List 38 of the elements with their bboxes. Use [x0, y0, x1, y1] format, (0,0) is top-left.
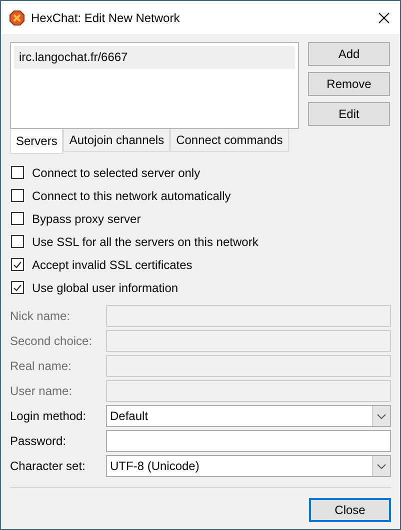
- window-title: HexChat: Edit New Network: [31, 10, 181, 24]
- checkbox-label: Use SSL for all the servers on this network: [32, 234, 258, 248]
- chevron-down-icon: [372, 456, 390, 476]
- server-button[interactable]: Remove: [308, 72, 390, 96]
- field-label: Login method:: [10, 409, 88, 423]
- field-label: User name:: [10, 384, 74, 398]
- checkbox[interactable]: [11, 212, 24, 225]
- input-field[interactable]: [106, 430, 391, 452]
- server-item[interactable]: irc.langochat.fr/6667: [14, 46, 295, 69]
- tab[interactable]: Autojoin channels: [63, 129, 170, 152]
- input-field[interactable]: [106, 355, 391, 377]
- input-field[interactable]: [106, 380, 391, 402]
- field-label: Second choice:: [10, 334, 94, 348]
- dropdown[interactable]: Default: [106, 405, 391, 427]
- close-button[interactable]: Close: [309, 498, 391, 522]
- checkbox[interactable]: [11, 189, 24, 202]
- field-label: Character set:: [10, 459, 86, 473]
- tab[interactable]: Connect commands: [170, 129, 289, 152]
- checkbox[interactable]: [11, 235, 24, 248]
- input-field[interactable]: [106, 330, 391, 352]
- checkbox[interactable]: [11, 281, 24, 294]
- checkbox-label: Connect to this network automatically: [32, 188, 231, 202]
- input-field[interactable]: [106, 305, 391, 327]
- checkbox-label: Bypass proxy server: [32, 212, 141, 226]
- tab[interactable]: Servers: [10, 129, 64, 154]
- checkbox[interactable]: [11, 258, 24, 271]
- checkbox[interactable]: [11, 166, 24, 179]
- server-button[interactable]: Edit: [308, 102, 390, 126]
- chevron-down-icon: [372, 406, 390, 426]
- field-label: Password:: [10, 434, 68, 448]
- checkbox-label: Connect to selected server only: [32, 166, 200, 180]
- field-label: Nick name:: [10, 309, 72, 323]
- dropdown[interactable]: UTF-8 (Unicode): [106, 455, 391, 477]
- checkbox-label: Accept invalid SSL certificates: [32, 258, 192, 272]
- app-logo-icon: [9, 10, 25, 26]
- server-button[interactable]: Add: [308, 42, 390, 66]
- checkbox-label: Use global user information: [32, 280, 178, 294]
- field-label: Real name:: [10, 359, 72, 373]
